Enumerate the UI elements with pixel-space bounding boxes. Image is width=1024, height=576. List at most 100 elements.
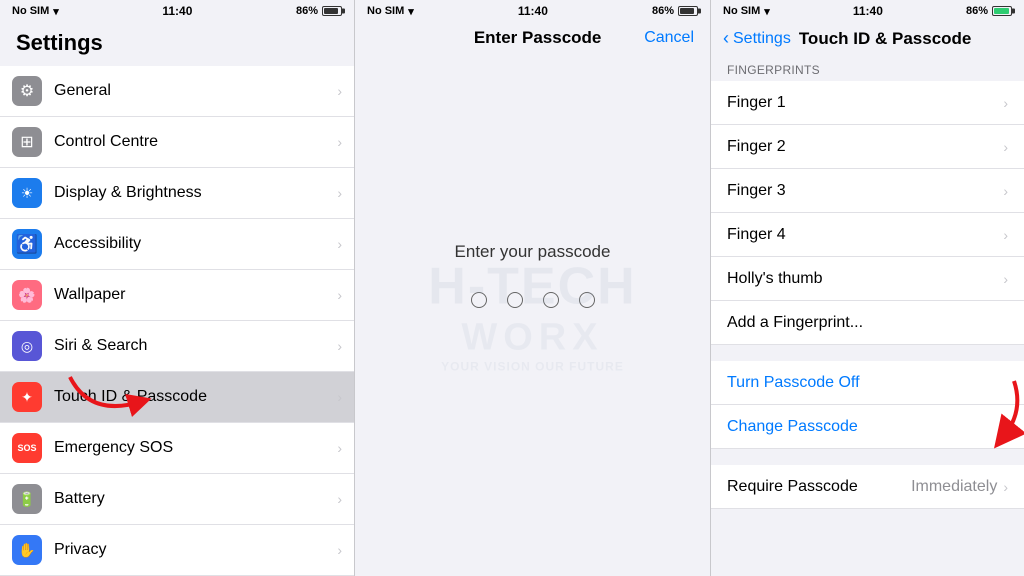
require-passcode-row[interactable]: Require Passcode Immediately › [711, 465, 1024, 509]
touchid-nav: ‹ Settings Touch ID & Passcode [711, 22, 1024, 55]
carrier-1: No SIM [12, 5, 49, 17]
control-centre-label: Control Centre [54, 133, 337, 151]
battery-pct-1: 86% [296, 5, 318, 17]
turn-passcode-off-row[interactable]: Turn Passcode Off [711, 361, 1024, 405]
touchid-icon: ✦ [12, 382, 42, 412]
display-label: Display & Brightness [54, 184, 337, 202]
status-right-1: 86% [296, 5, 342, 17]
require-passcode-chevron: › [1003, 479, 1008, 495]
settings-item-accessibility[interactable]: ♿ Accessibility › [0, 219, 354, 270]
touchid-chevron: › [337, 389, 342, 405]
general-label: General [54, 82, 337, 100]
carrier-3: No SIM [723, 5, 760, 17]
turn-passcode-off-label: Turn Passcode Off [727, 374, 1008, 392]
privacy-chevron: › [337, 542, 342, 558]
accessibility-icon: ♿ [12, 229, 42, 259]
passcode-body: H-TECH WORX YOUR VISION OUR FUTURE Enter… [355, 54, 710, 576]
change-passcode-row[interactable]: Change Passcode [711, 405, 1024, 449]
change-passcode-label: Change Passcode [727, 418, 1008, 436]
fingerprint-5-chevron: › [1003, 271, 1008, 287]
settings-item-touchid[interactable]: ✦ Touch ID & Passcode › [0, 372, 354, 423]
time-2: 11:40 [518, 4, 548, 18]
require-passcode-label: Require Passcode [727, 478, 911, 496]
battery-icon-2 [678, 6, 698, 16]
battery-chevron: › [337, 491, 342, 507]
fingerprint-4-chevron: › [1003, 227, 1008, 243]
passcode-cancel-button[interactable]: Cancel [644, 29, 694, 47]
battery-pct-3: 86% [966, 5, 988, 17]
settings-item-display[interactable]: ☀ Display & Brightness › [0, 168, 354, 219]
status-bar-2: No SIM ▾ 11:40 86% [355, 0, 710, 22]
status-right-3: 86% [966, 5, 1012, 17]
touchid-body: FINGERPRINTS Finger 1 › Finger 2 › Finge… [711, 55, 1024, 576]
settings-title: Settings [16, 30, 338, 56]
passcode-panel: No SIM ▾ 11:40 86% Enter Passcode Cancel… [355, 0, 711, 576]
passcode-dot-3 [543, 292, 559, 308]
settings-item-emergency[interactable]: SOS Emergency SOS › [0, 423, 354, 474]
status-left-1: No SIM ▾ [12, 5, 59, 18]
status-bar-3: No SIM ▾ 11:40 86% [711, 0, 1024, 22]
display-chevron: › [337, 185, 342, 201]
fingerprint-item-3[interactable]: Finger 3 › [711, 169, 1024, 213]
control-centre-icon: ⊞ [12, 127, 42, 157]
passcode-dot-2 [507, 292, 523, 308]
status-left-3: No SIM ▾ [723, 5, 770, 18]
passcode-dot-4 [579, 292, 595, 308]
fingerprint-2-chevron: › [1003, 139, 1008, 155]
settings-item-control-centre[interactable]: ⊞ Control Centre › [0, 117, 354, 168]
siri-icon: ◎ [12, 331, 42, 361]
battery-settings-icon: 🔋 [12, 484, 42, 514]
back-settings-button[interactable]: Settings [733, 30, 791, 48]
touchid-detail-panel: No SIM ▾ 11:40 86% ‹ Settings Touch ID &… [711, 0, 1024, 576]
accessibility-chevron: › [337, 236, 342, 252]
fingerprint-item-2[interactable]: Finger 2 › [711, 125, 1024, 169]
passcode-title: Enter Passcode [474, 28, 602, 48]
wifi-icon-2: ▾ [408, 5, 414, 18]
privacy-icon: ✋ [12, 535, 42, 565]
settings-item-general[interactable]: ⚙ General › [0, 66, 354, 117]
settings-item-wallpaper[interactable]: 🌸 Wallpaper › [0, 270, 354, 321]
fingerprint-5-label: Holly's thumb [727, 270, 1003, 288]
control-centre-chevron: › [337, 134, 342, 150]
fingerprint-3-chevron: › [1003, 183, 1008, 199]
passcode-dots [471, 292, 595, 308]
wallpaper-chevron: › [337, 287, 342, 303]
battery-label: Battery [54, 490, 337, 508]
accessibility-label: Accessibility [54, 235, 337, 253]
settings-panel: No SIM ▾ 11:40 86% Settings ⚙ General › … [0, 0, 355, 576]
fingerprint-item-5[interactable]: Holly's thumb › [711, 257, 1024, 301]
carrier-2: No SIM [367, 5, 404, 17]
fingerprint-item-4[interactable]: Finger 4 › [711, 213, 1024, 257]
fingerprint-1-label: Finger 1 [727, 94, 1003, 112]
fingerprint-4-label: Finger 4 [727, 226, 1003, 244]
emergency-chevron: › [337, 440, 342, 456]
fingerprint-1-chevron: › [1003, 95, 1008, 111]
touchid-label: Touch ID & Passcode [54, 388, 337, 406]
battery-pct-2: 86% [652, 5, 674, 17]
settings-item-privacy[interactable]: ✋ Privacy › [0, 525, 354, 576]
watermark: H-TECH WORX YOUR VISION OUR FUTURE [428, 257, 636, 374]
general-icon: ⚙ [12, 76, 42, 106]
require-passcode-value: Immediately [911, 478, 997, 496]
passcode-prompt: Enter your passcode [455, 242, 611, 262]
touchid-detail-title: Touch ID & Passcode [799, 29, 972, 49]
battery-icon-3 [992, 6, 1012, 16]
privacy-label: Privacy [54, 541, 337, 559]
time-1: 11:40 [162, 4, 192, 18]
general-chevron: › [337, 83, 342, 99]
back-chevron-icon: ‹ [723, 28, 729, 49]
wifi-icon-3: ▾ [764, 5, 770, 18]
settings-item-siri[interactable]: ◎ Siri & Search › [0, 321, 354, 372]
siri-chevron: › [337, 338, 342, 354]
settings-list: ⚙ General › ⊞ Control Centre › ☀ Display… [0, 66, 354, 576]
add-fingerprint-row[interactable]: Add a Fingerprint... [711, 301, 1024, 345]
siri-label: Siri & Search [54, 337, 337, 355]
wifi-icon-1: ▾ [53, 5, 59, 18]
emergency-label: Emergency SOS [54, 439, 337, 457]
status-bar-1: No SIM ▾ 11:40 86% [0, 0, 354, 22]
settings-item-battery[interactable]: 🔋 Battery › [0, 474, 354, 525]
fingerprint-3-label: Finger 3 [727, 182, 1003, 200]
add-fingerprint-label: Add a Fingerprint... [727, 314, 863, 332]
wallpaper-icon: 🌸 [12, 280, 42, 310]
fingerprint-item-1[interactable]: Finger 1 › [711, 81, 1024, 125]
